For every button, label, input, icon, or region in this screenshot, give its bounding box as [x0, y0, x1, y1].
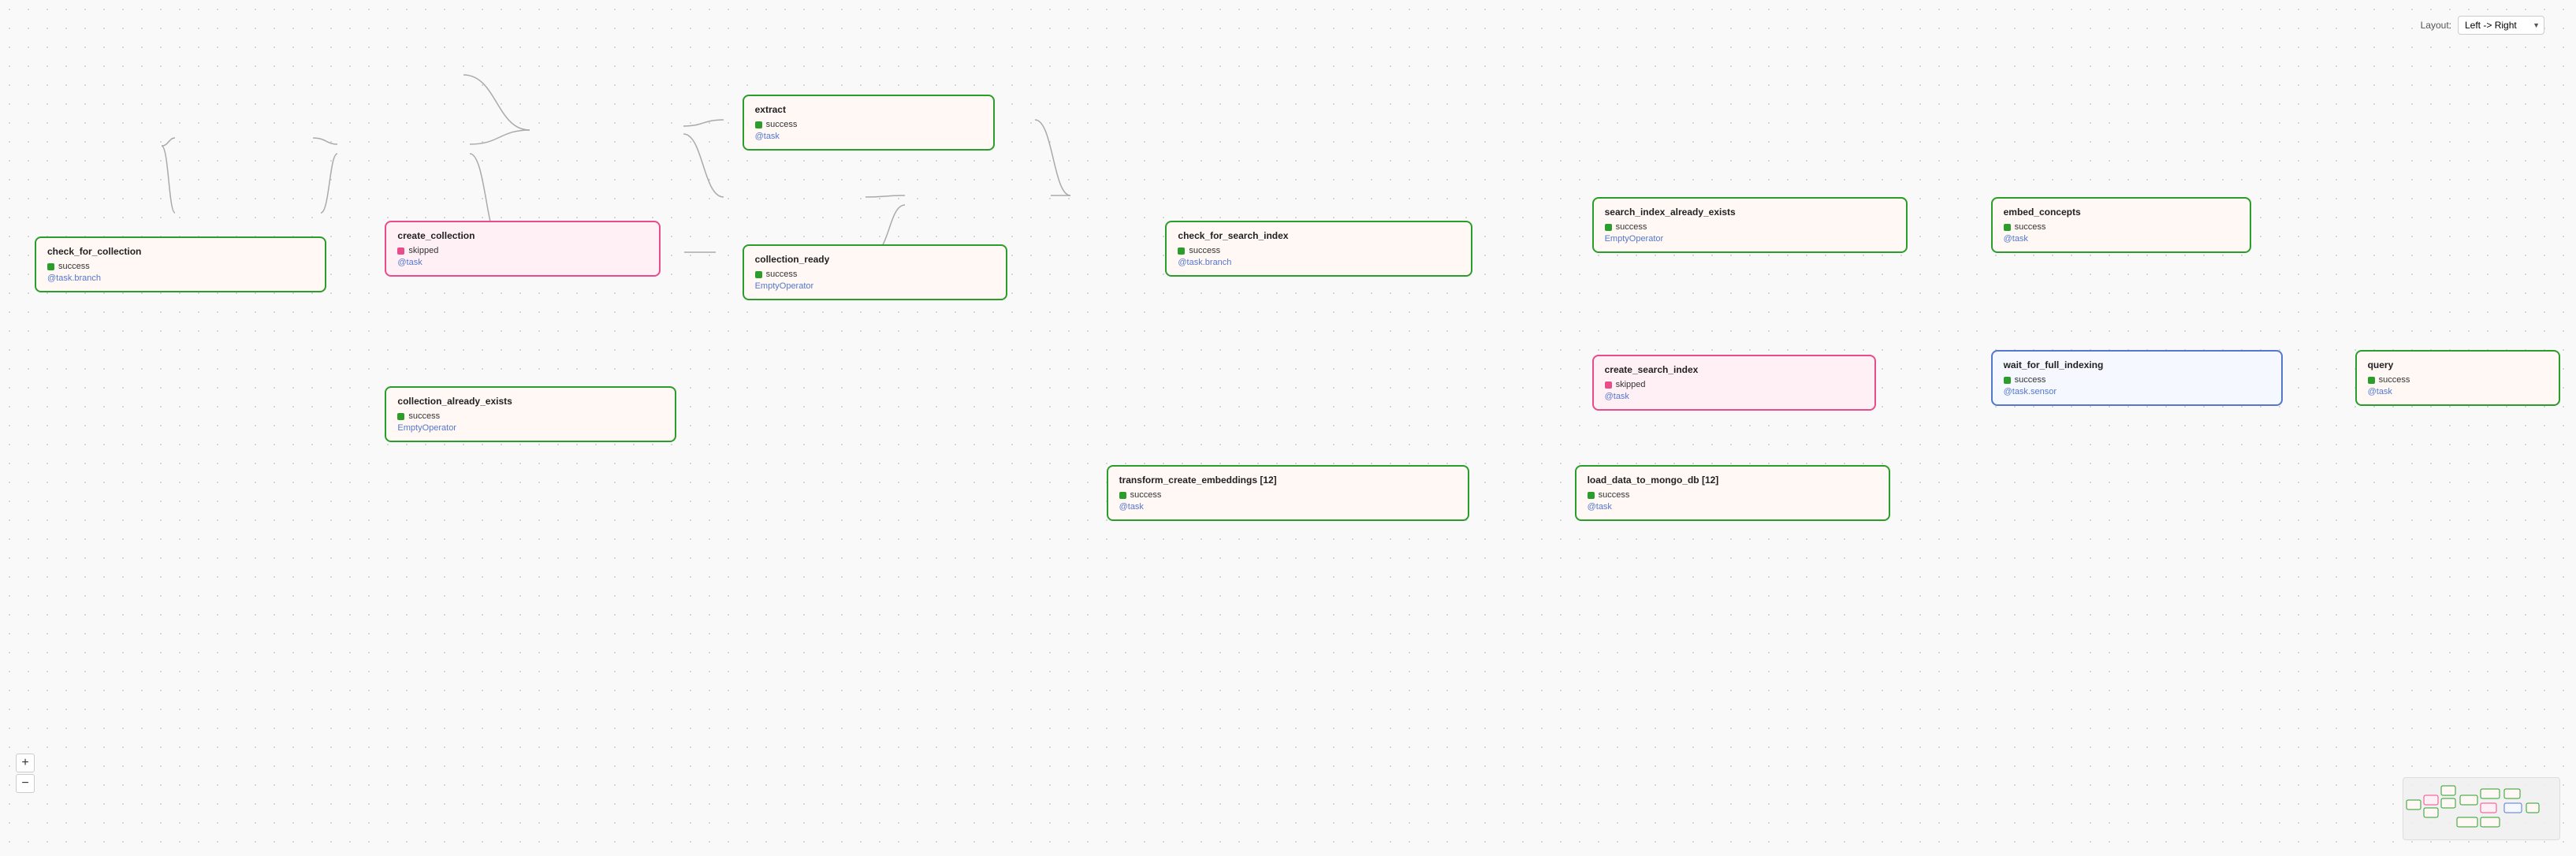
status-dot-query	[2368, 377, 2375, 384]
node-transform_create_embeddings[interactable]: transform_create_embeddings [12] success…	[1107, 465, 1469, 521]
node-embed_concepts[interactable]: embed_concepts success @task	[1991, 197, 2251, 253]
node-status-collection_ready: success	[755, 270, 995, 279]
status-dot-embed_concepts	[2004, 224, 2011, 231]
status-label-create_collection: skipped	[408, 246, 438, 255]
node-collection_ready[interactable]: collection_ready success EmptyOperator	[743, 244, 1007, 300]
status-dot-create_collection	[397, 247, 404, 255]
layout-label: Layout:	[2421, 20, 2451, 31]
node-title-check_for_search_index: check_for_search_index	[1178, 230, 1460, 241]
status-dot-load_data_to_mongo_db	[1588, 492, 1595, 499]
node-check_for_search_index[interactable]: check_for_search_index success @task.bra…	[1165, 221, 1472, 277]
status-label-collection_ready: success	[766, 270, 798, 279]
node-check_for_collection[interactable]: check_for_collection success @task.branc…	[35, 236, 326, 292]
status-dot-wait_for_full_indexing	[2004, 377, 2011, 384]
node-type-wait_for_full_indexing: @task.sensor	[2004, 387, 2270, 396]
node-status-create_search_index: skipped	[1605, 380, 1863, 389]
layout-select-wrapper[interactable]: Left -> Right Top -> Bottom	[2458, 16, 2544, 35]
layout-select[interactable]: Left -> Right Top -> Bottom	[2458, 16, 2544, 35]
node-status-wait_for_full_indexing: success	[2004, 375, 2270, 385]
node-title-wait_for_full_indexing: wait_for_full_indexing	[2004, 359, 2270, 370]
node-status-collection_already_exists: success	[397, 411, 664, 421]
node-status-check_for_search_index: success	[1178, 246, 1460, 255]
status-label-check_for_collection: success	[58, 262, 90, 271]
node-type-check_for_collection: @task.branch	[47, 274, 314, 283]
node-type-extract: @task	[755, 132, 982, 141]
node-type-query: @task	[2368, 387, 2548, 396]
status-label-wait_for_full_indexing: success	[2015, 375, 2046, 385]
node-load_data_to_mongo_db[interactable]: load_data_to_mongo_db [12] success @task	[1575, 465, 1890, 521]
status-label-search_index_already_exists: success	[1616, 222, 1647, 232]
status-label-extract: success	[766, 120, 798, 129]
minimap	[2403, 777, 2560, 840]
node-status-transform_create_embeddings: success	[1119, 490, 1457, 500]
node-title-transform_create_embeddings: transform_create_embeddings [12]	[1119, 475, 1457, 486]
node-extract[interactable]: extract success @task	[743, 95, 995, 151]
zoom-out-button[interactable]: −	[16, 774, 35, 793]
status-dot-collection_already_exists	[397, 413, 404, 420]
node-type-collection_ready: EmptyOperator	[755, 281, 995, 291]
status-dot-transform_create_embeddings	[1119, 492, 1126, 499]
minimap-inner	[2403, 778, 2559, 839]
node-status-query: success	[2368, 375, 2548, 385]
node-status-extract: success	[755, 120, 982, 129]
node-type-collection_already_exists: EmptyOperator	[397, 423, 664, 433]
node-title-create_search_index: create_search_index	[1605, 364, 1863, 375]
node-title-search_index_already_exists: search_index_already_exists	[1605, 207, 1895, 218]
node-title-load_data_to_mongo_db: load_data_to_mongo_db [12]	[1588, 475, 1878, 486]
node-type-create_search_index: @task	[1605, 392, 1863, 401]
status-label-check_for_search_index: success	[1189, 246, 1220, 255]
status-dot-create_search_index	[1605, 381, 1612, 389]
node-type-create_collection: @task	[397, 258, 648, 267]
node-status-load_data_to_mongo_db: success	[1588, 490, 1878, 500]
node-collection_already_exists[interactable]: collection_already_exists success EmptyO…	[385, 386, 676, 442]
status-dot-check_for_search_index	[1178, 247, 1185, 255]
node-type-load_data_to_mongo_db: @task	[1588, 502, 1878, 512]
node-create_search_index[interactable]: create_search_index skipped @task	[1592, 355, 1876, 411]
dag-canvas: Layout: Left -> Right Top -> Bottom chec…	[0, 0, 2576, 856]
node-query[interactable]: query success @task	[2355, 350, 2560, 406]
status-dot-search_index_already_exists	[1605, 224, 1612, 231]
status-label-load_data_to_mongo_db: success	[1599, 490, 1630, 500]
status-dot-collection_ready	[755, 271, 762, 278]
node-title-extract: extract	[755, 104, 982, 115]
node-search_index_already_exists[interactable]: search_index_already_exists success Empt…	[1592, 197, 1908, 253]
status-label-embed_concepts: success	[2015, 222, 2046, 232]
node-wait_for_full_indexing[interactable]: wait_for_full_indexing success @task.sen…	[1991, 350, 2283, 406]
node-type-search_index_already_exists: EmptyOperator	[1605, 234, 1895, 244]
node-status-check_for_collection: success	[47, 262, 314, 271]
node-status-embed_concepts: success	[2004, 222, 2239, 232]
node-title-collection_ready: collection_ready	[755, 254, 995, 265]
node-status-create_collection: skipped	[397, 246, 648, 255]
node-type-embed_concepts: @task	[2004, 234, 2239, 244]
node-create_collection[interactable]: create_collection skipped @task	[385, 221, 661, 277]
status-dot-extract	[755, 121, 762, 128]
layout-control: Layout: Left -> Right Top -> Bottom	[2421, 16, 2544, 35]
status-label-query: success	[2379, 375, 2410, 385]
node-title-query: query	[2368, 359, 2548, 370]
zoom-in-button[interactable]: +	[16, 754, 35, 772]
status-label-transform_create_embeddings: success	[1130, 490, 1162, 500]
node-title-embed_concepts: embed_concepts	[2004, 207, 2239, 218]
node-title-check_for_collection: check_for_collection	[47, 246, 314, 257]
zoom-controls: + −	[16, 754, 35, 793]
status-label-collection_already_exists: success	[408, 411, 440, 421]
node-status-search_index_already_exists: success	[1605, 222, 1895, 232]
node-title-collection_already_exists: collection_already_exists	[397, 396, 664, 407]
node-title-create_collection: create_collection	[397, 230, 648, 241]
status-label-create_search_index: skipped	[1616, 380, 1646, 389]
status-dot-check_for_collection	[47, 263, 54, 270]
node-type-check_for_search_index: @task.branch	[1178, 258, 1460, 267]
minimap-svg	[2403, 778, 2561, 841]
node-type-transform_create_embeddings: @task	[1119, 502, 1457, 512]
